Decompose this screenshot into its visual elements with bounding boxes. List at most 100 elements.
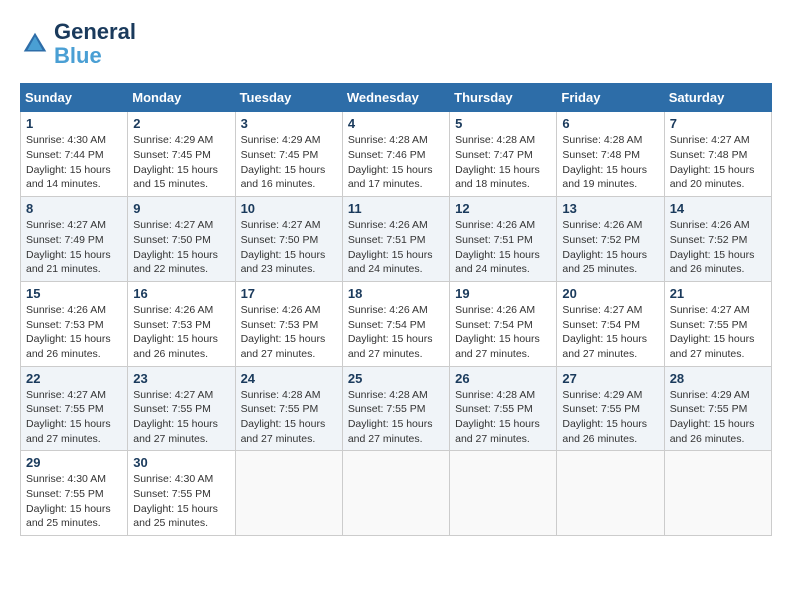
calendar-cell: 8 Sunrise: 4:27 AMSunset: 7:49 PMDayligh… [21,197,128,282]
day-info: Sunrise: 4:27 AMSunset: 7:55 PMDaylight:… [670,303,766,362]
calendar-cell: 26 Sunrise: 4:28 AMSunset: 7:55 PMDaylig… [450,366,557,451]
calendar-cell: 30 Sunrise: 4:30 AMSunset: 7:55 PMDaylig… [128,451,235,536]
weekday-header-thursday: Thursday [450,84,557,112]
day-number: 11 [348,201,444,216]
calendar-cell: 22 Sunrise: 4:27 AMSunset: 7:55 PMDaylig… [21,366,128,451]
day-number: 10 [241,201,337,216]
calendar-cell [235,451,342,536]
weekday-header-saturday: Saturday [664,84,771,112]
day-number: 7 [670,116,766,131]
day-info: Sunrise: 4:27 AMSunset: 7:55 PMDaylight:… [26,388,122,447]
calendar-cell: 21 Sunrise: 4:27 AMSunset: 7:55 PMDaylig… [664,281,771,366]
calendar-cell: 14 Sunrise: 4:26 AMSunset: 7:52 PMDaylig… [664,197,771,282]
calendar-cell: 19 Sunrise: 4:26 AMSunset: 7:54 PMDaylig… [450,281,557,366]
calendar-week-row: 8 Sunrise: 4:27 AMSunset: 7:49 PMDayligh… [21,197,772,282]
day-info: Sunrise: 4:28 AMSunset: 7:55 PMDaylight:… [241,388,337,447]
calendar-header-row: SundayMondayTuesdayWednesdayThursdayFrid… [21,84,772,112]
day-number: 9 [133,201,229,216]
calendar-cell: 17 Sunrise: 4:26 AMSunset: 7:53 PMDaylig… [235,281,342,366]
logo-text: General Blue [54,20,136,68]
day-number: 17 [241,286,337,301]
logo-icon [20,29,50,59]
day-number: 15 [26,286,122,301]
day-number: 24 [241,371,337,386]
calendar-cell: 18 Sunrise: 4:26 AMSunset: 7:54 PMDaylig… [342,281,449,366]
day-number: 21 [670,286,766,301]
day-info: Sunrise: 4:28 AMSunset: 7:48 PMDaylight:… [562,133,658,192]
calendar-cell: 4 Sunrise: 4:28 AMSunset: 7:46 PMDayligh… [342,112,449,197]
calendar-cell: 7 Sunrise: 4:27 AMSunset: 7:48 PMDayligh… [664,112,771,197]
day-info: Sunrise: 4:27 AMSunset: 7:50 PMDaylight:… [241,218,337,277]
calendar-cell [342,451,449,536]
day-number: 16 [133,286,229,301]
day-info: Sunrise: 4:27 AMSunset: 7:49 PMDaylight:… [26,218,122,277]
day-number: 28 [670,371,766,386]
day-info: Sunrise: 4:26 AMSunset: 7:54 PMDaylight:… [348,303,444,362]
calendar-week-row: 29 Sunrise: 4:30 AMSunset: 7:55 PMDaylig… [21,451,772,536]
day-number: 14 [670,201,766,216]
weekday-header-friday: Friday [557,84,664,112]
calendar-cell: 9 Sunrise: 4:27 AMSunset: 7:50 PMDayligh… [128,197,235,282]
day-number: 3 [241,116,337,131]
calendar-cell: 16 Sunrise: 4:26 AMSunset: 7:53 PMDaylig… [128,281,235,366]
day-number: 8 [26,201,122,216]
calendar-week-row: 22 Sunrise: 4:27 AMSunset: 7:55 PMDaylig… [21,366,772,451]
day-info: Sunrise: 4:27 AMSunset: 7:55 PMDaylight:… [133,388,229,447]
day-info: Sunrise: 4:26 AMSunset: 7:54 PMDaylight:… [455,303,551,362]
calendar-cell: 15 Sunrise: 4:26 AMSunset: 7:53 PMDaylig… [21,281,128,366]
day-info: Sunrise: 4:29 AMSunset: 7:45 PMDaylight:… [133,133,229,192]
calendar-cell [450,451,557,536]
logo: General Blue [20,20,136,68]
day-info: Sunrise: 4:26 AMSunset: 7:52 PMDaylight:… [670,218,766,277]
day-info: Sunrise: 4:28 AMSunset: 7:55 PMDaylight:… [455,388,551,447]
day-info: Sunrise: 4:26 AMSunset: 7:53 PMDaylight:… [26,303,122,362]
calendar-cell: 2 Sunrise: 4:29 AMSunset: 7:45 PMDayligh… [128,112,235,197]
day-info: Sunrise: 4:30 AMSunset: 7:44 PMDaylight:… [26,133,122,192]
day-number: 20 [562,286,658,301]
calendar-cell: 27 Sunrise: 4:29 AMSunset: 7:55 PMDaylig… [557,366,664,451]
calendar-cell: 3 Sunrise: 4:29 AMSunset: 7:45 PMDayligh… [235,112,342,197]
calendar-cell: 5 Sunrise: 4:28 AMSunset: 7:47 PMDayligh… [450,112,557,197]
day-number: 13 [562,201,658,216]
calendar-cell: 25 Sunrise: 4:28 AMSunset: 7:55 PMDaylig… [342,366,449,451]
calendar-cell: 20 Sunrise: 4:27 AMSunset: 7:54 PMDaylig… [557,281,664,366]
day-info: Sunrise: 4:29 AMSunset: 7:55 PMDaylight:… [562,388,658,447]
day-info: Sunrise: 4:30 AMSunset: 7:55 PMDaylight:… [26,472,122,531]
day-number: 1 [26,116,122,131]
weekday-header-sunday: Sunday [21,84,128,112]
calendar-cell: 24 Sunrise: 4:28 AMSunset: 7:55 PMDaylig… [235,366,342,451]
day-info: Sunrise: 4:28 AMSunset: 7:47 PMDaylight:… [455,133,551,192]
day-number: 27 [562,371,658,386]
day-info: Sunrise: 4:29 AMSunset: 7:45 PMDaylight:… [241,133,337,192]
calendar-week-row: 1 Sunrise: 4:30 AMSunset: 7:44 PMDayligh… [21,112,772,197]
calendar-cell: 6 Sunrise: 4:28 AMSunset: 7:48 PMDayligh… [557,112,664,197]
page-header: General Blue [20,20,772,68]
day-info: Sunrise: 4:28 AMSunset: 7:55 PMDaylight:… [348,388,444,447]
day-info: Sunrise: 4:27 AMSunset: 7:48 PMDaylight:… [670,133,766,192]
weekday-header-tuesday: Tuesday [235,84,342,112]
calendar-cell: 10 Sunrise: 4:27 AMSunset: 7:50 PMDaylig… [235,197,342,282]
day-info: Sunrise: 4:26 AMSunset: 7:51 PMDaylight:… [455,218,551,277]
day-info: Sunrise: 4:28 AMSunset: 7:46 PMDaylight:… [348,133,444,192]
day-number: 29 [26,455,122,470]
calendar-cell [664,451,771,536]
calendar-cell: 29 Sunrise: 4:30 AMSunset: 7:55 PMDaylig… [21,451,128,536]
day-number: 2 [133,116,229,131]
calendar-cell [557,451,664,536]
day-number: 12 [455,201,551,216]
weekday-header-monday: Monday [128,84,235,112]
calendar-cell: 28 Sunrise: 4:29 AMSunset: 7:55 PMDaylig… [664,366,771,451]
calendar-table: SundayMondayTuesdayWednesdayThursdayFrid… [20,83,772,536]
weekday-header-wednesday: Wednesday [342,84,449,112]
day-number: 25 [348,371,444,386]
day-number: 6 [562,116,658,131]
calendar-cell: 1 Sunrise: 4:30 AMSunset: 7:44 PMDayligh… [21,112,128,197]
day-number: 19 [455,286,551,301]
calendar-cell: 11 Sunrise: 4:26 AMSunset: 7:51 PMDaylig… [342,197,449,282]
calendar-cell: 23 Sunrise: 4:27 AMSunset: 7:55 PMDaylig… [128,366,235,451]
day-info: Sunrise: 4:30 AMSunset: 7:55 PMDaylight:… [133,472,229,531]
day-number: 18 [348,286,444,301]
calendar-cell: 12 Sunrise: 4:26 AMSunset: 7:51 PMDaylig… [450,197,557,282]
day-number: 23 [133,371,229,386]
day-info: Sunrise: 4:26 AMSunset: 7:53 PMDaylight:… [133,303,229,362]
